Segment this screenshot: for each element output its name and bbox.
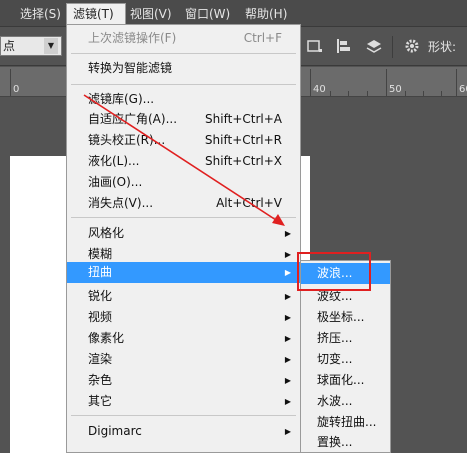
gear-icon[interactable]: [403, 37, 421, 55]
menu-item-label: 镜头校正(R)...: [88, 133, 166, 147]
menu-item-shortcut: Ctrl+F: [243, 31, 282, 45]
menu-item-pixelate[interactable]: 像素化 ▶: [67, 328, 300, 349]
ruler-tick: [386, 69, 387, 97]
menu-item-label: 滤镜库(G)...: [88, 92, 155, 106]
submenu-arrow-icon: ▶: [284, 397, 291, 406]
submenu-item-polar-coordinates[interactable]: 极坐标...: [301, 307, 390, 328]
tool-mode-value: 点: [3, 39, 16, 53]
menu-item-distort[interactable]: 扭曲 ▶: [67, 262, 300, 283]
menu-item-vanishing-point[interactable]: 消失点(V)... Alt+Ctrl+V: [67, 193, 300, 214]
menu-item-digimarc[interactable]: Digimarc ▶: [67, 421, 300, 442]
path-operations-icon[interactable]: [305, 37, 323, 55]
path-arrangement-icon[interactable]: [365, 37, 383, 55]
menu-item-label: 扭曲: [88, 265, 113, 279]
menu-item-filter-gallery[interactable]: 滤镜库(G)...: [67, 89, 300, 110]
menu-window[interactable]: 窗口(W): [185, 5, 230, 23]
menu-item-adaptive-wide-angle[interactable]: 自适应广角(A)... Shift+Ctrl+A: [67, 109, 300, 130]
submenu-arrow-icon: ▶: [284, 268, 291, 277]
submenu-arrow-icon: ▶: [284, 376, 291, 385]
menu-item-other[interactable]: 其它 ▶: [67, 391, 300, 412]
shape-label: 形状:: [428, 40, 457, 54]
menu-item-label: 其它: [88, 394, 113, 408]
submenu-arrow-icon: ▶: [284, 313, 291, 322]
ruler-number: 50: [389, 84, 402, 95]
submenu-item-shear[interactable]: 切变...: [301, 349, 390, 370]
menu-item-label: 视频: [88, 310, 113, 324]
menu-item-label: 液化(L)...: [88, 154, 140, 168]
tool-mode-select[interactable]: 点 ▼: [0, 36, 62, 56]
ruler-number: 40: [313, 84, 326, 95]
menu-item-lens-correction[interactable]: 镜头校正(R)... Shift+Ctrl+R: [67, 130, 300, 151]
submenu-item-twirl[interactable]: 旋转扭曲...: [301, 412, 390, 433]
menu-item-convert-smart-filter[interactable]: 转换为智能滤镜: [67, 58, 300, 79]
menu-item-label: 杂色: [88, 373, 113, 387]
submenu-arrow-icon: ▶: [284, 229, 291, 238]
submenu-item-spherize[interactable]: 球面化...: [301, 370, 390, 391]
ruler-number: 0: [13, 84, 20, 95]
menu-separator: [71, 217, 296, 218]
menu-item-label: 消失点(V)...: [88, 196, 154, 210]
menu-separator: [71, 415, 296, 416]
menu-item-label: 自适应广角(A)...: [88, 112, 178, 126]
submenu-item-displace[interactable]: 置换...: [301, 432, 390, 453]
menu-item-label: 油画(O)...: [88, 175, 143, 189]
menu-item-stylize[interactable]: 风格化 ▶: [67, 223, 300, 244]
submenu-item-zigzag[interactable]: 水波...: [301, 391, 390, 412]
path-alignment-icon[interactable]: [335, 37, 353, 55]
menu-item-label: 转换为智能滤镜: [88, 61, 173, 75]
menu-view[interactable]: 视图(V): [130, 5, 172, 23]
menu-item-label: 上次滤镜操作(F): [88, 31, 177, 45]
separator: [392, 36, 393, 58]
submenu-item-pinch[interactable]: 挤压...: [301, 328, 390, 349]
ruler-tick: [10, 69, 11, 97]
menu-item-noise[interactable]: 杂色 ▶: [67, 370, 300, 391]
menu-item-oil-paint[interactable]: 油画(O)...: [67, 172, 300, 193]
menu-select[interactable]: 选择(S): [20, 5, 61, 23]
menu-item-label: 锐化: [88, 289, 113, 303]
chevron-down-icon[interactable]: ▼: [44, 38, 58, 54]
menu-item-label: 模糊: [88, 247, 113, 261]
submenu-arrow-icon: ▶: [284, 292, 291, 301]
menu-item-shortcut: Shift+Ctrl+R: [204, 133, 282, 147]
menu-separator: [71, 53, 296, 54]
submenu-arrow-icon: ▶: [284, 334, 291, 343]
menu-item-label: 像素化: [88, 331, 125, 345]
menu-item-last-filter: 上次滤镜操作(F) Ctrl+F: [67, 28, 300, 49]
submenu-arrow-icon: ▶: [284, 355, 291, 364]
menu-help[interactable]: 帮助(H): [245, 5, 287, 23]
menu-item-video[interactable]: 视频 ▶: [67, 307, 300, 328]
menu-item-shortcut: Shift+Ctrl+A: [205, 112, 282, 126]
menu-item-label: Digimarc: [88, 424, 142, 438]
menu-item-shortcut: Shift+Ctrl+X: [205, 154, 282, 168]
menu-item-sharpen[interactable]: 锐化 ▶: [67, 286, 300, 307]
submenu-arrow-icon: ▶: [284, 427, 291, 436]
annotation-highlight-box: [297, 252, 371, 291]
filter-menu: 上次滤镜操作(F) Ctrl+F 转换为智能滤镜 滤镜库(G)... 自适应广角…: [66, 24, 301, 453]
ruler-tick: [456, 69, 457, 97]
menu-separator: [71, 84, 296, 85]
menu-bar: 选择(S) 滤镜(T) 视图(V) 窗口(W) 帮助(H): [0, 0, 467, 27]
menu-item-liquify[interactable]: 液化(L)... Shift+Ctrl+X: [67, 151, 300, 172]
ruler-number: 60: [459, 84, 467, 95]
menu-filter[interactable]: 滤镜(T): [66, 3, 126, 24]
menu-item-render[interactable]: 渲染 ▶: [67, 349, 300, 370]
menu-item-label: 风格化: [88, 226, 125, 240]
menu-item-label: 渲染: [88, 352, 113, 366]
menu-item-shortcut: Alt+Ctrl+V: [216, 196, 282, 210]
ruler-tick: [310, 69, 311, 97]
